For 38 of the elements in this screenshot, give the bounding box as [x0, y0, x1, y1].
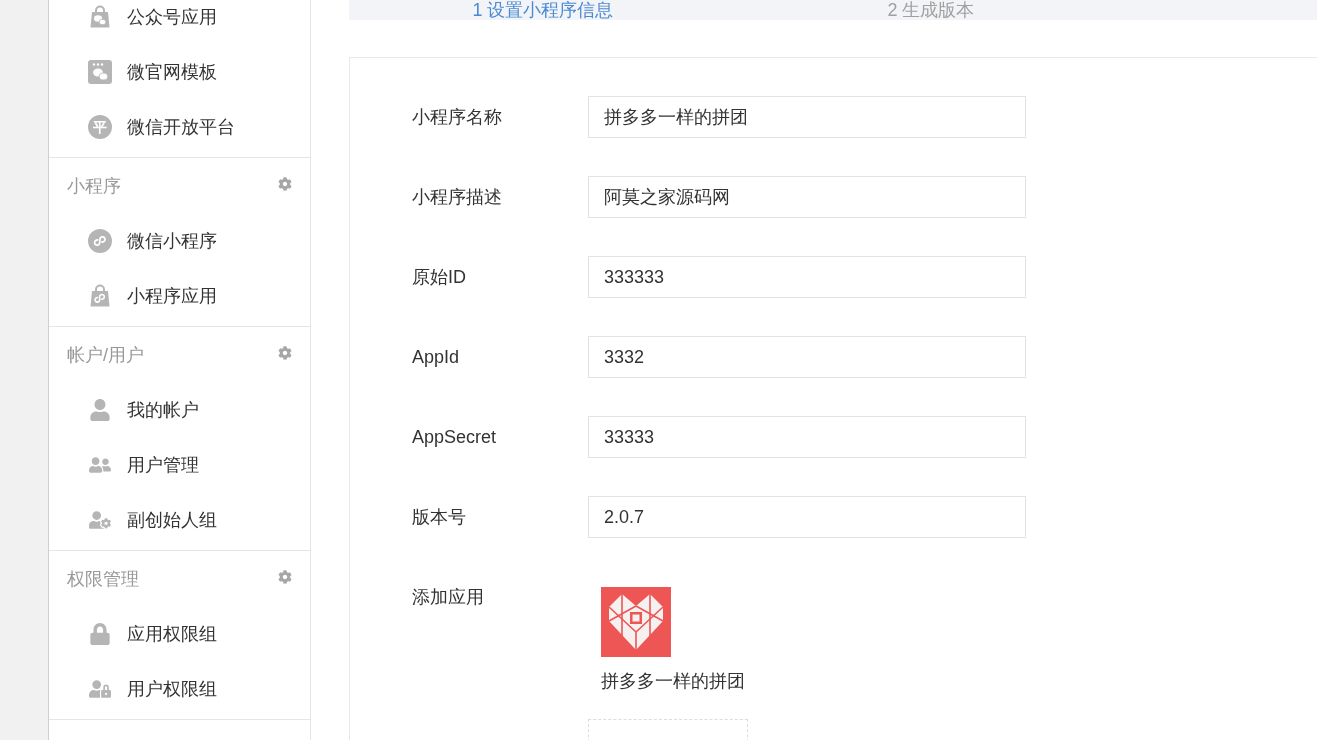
user-icon — [88, 397, 112, 422]
field-label: 小程序描述 — [412, 186, 503, 209]
shopping-bag-icon — [88, 283, 112, 308]
field-label: AppId — [412, 346, 461, 368]
field-label: 原始ID — [412, 266, 467, 289]
sidebar-item[interactable]: 用户管理 — [49, 437, 310, 492]
sidebar-item[interactable]: 应用权限组 — [49, 606, 310, 661]
settings-icon[interactable] — [278, 569, 292, 584]
padlock-icon — [88, 621, 112, 646]
field-label: 添加应用 — [412, 587, 485, 607]
sidebar-item[interactable]: 微信小程序 — [49, 213, 310, 268]
input-field[interactable]: 2.0.7 — [588, 496, 1026, 538]
chat-tile-icon — [88, 59, 112, 84]
heart-logo-icon — [601, 587, 671, 657]
app-name: 拼多多一样的拼团 — [601, 671, 745, 691]
sidebar-item[interactable]: 微官网模板 — [49, 44, 310, 99]
settings-icon[interactable] — [278, 345, 292, 360]
input-field[interactable]: 阿莫之家源码网 — [588, 176, 1026, 218]
character-badge-icon: 平 — [88, 114, 112, 139]
sidebar-item[interactable]: 小程序应用 — [49, 268, 310, 323]
sidebar-item[interactable]: 副创始人组 — [49, 492, 310, 547]
input-field[interactable]: 3332 — [588, 336, 1026, 378]
sidebar-item[interactable]: 我的帐户 — [49, 382, 310, 437]
settings-icon[interactable] — [278, 176, 292, 191]
section-title: 权限管理 — [67, 567, 139, 591]
field-label: AppSecret — [412, 426, 498, 448]
field-label: 版本号 — [412, 506, 467, 529]
sidebar-item[interactable]: 公众号应用 — [49, 0, 310, 44]
input-field[interactable]: 333333 — [588, 256, 1026, 298]
input-field[interactable]: 拼多多一样的拼团 — [588, 96, 1026, 138]
section-title: 小程序 — [67, 174, 121, 198]
sidebar-item[interactable]: 用户权限组 — [49, 661, 310, 716]
section-title: 帐户/用户 — [67, 343, 144, 367]
link-circle-icon — [88, 228, 112, 253]
field-label: 小程序名称 — [412, 106, 503, 129]
shopping-bag-icon — [88, 4, 112, 29]
input-field[interactable]: 33333 — [588, 416, 1026, 458]
sidebar-item[interactable]: 平 微信开放平台 — [49, 99, 310, 154]
